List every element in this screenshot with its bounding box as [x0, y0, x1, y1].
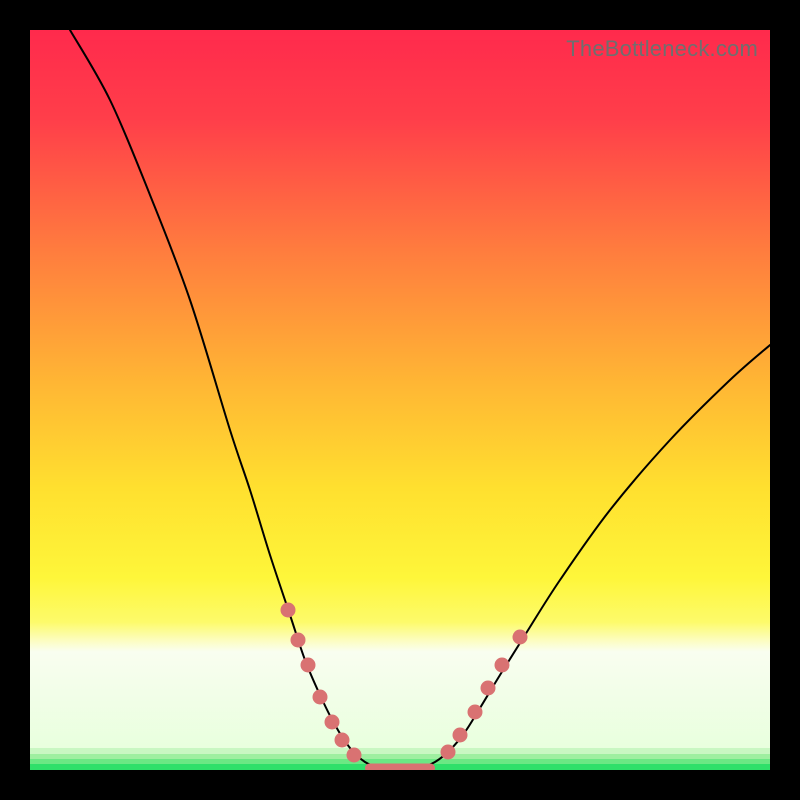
marker-dot-left	[335, 733, 350, 748]
curve-right	[420, 345, 770, 768]
marker-dot-right	[441, 745, 456, 760]
marker-dot-right	[495, 658, 510, 673]
marker-dot-right	[453, 728, 468, 743]
marker-dot-left	[301, 658, 316, 673]
marker-dot-right	[481, 681, 496, 696]
marker-dot-left	[281, 603, 296, 618]
marker-dot-right	[468, 705, 483, 720]
watermark-text: TheBottleneck.com	[566, 36, 758, 62]
marker-dot-right	[513, 630, 528, 645]
plot-area: TheBottleneck.com	[30, 30, 770, 770]
marker-dot-left	[325, 715, 340, 730]
marker-dot-left	[313, 690, 328, 705]
marker-dot-left	[291, 633, 306, 648]
chart-frame: TheBottleneck.com	[0, 0, 800, 800]
curve-left	[70, 30, 380, 768]
marker-dot-left	[347, 748, 362, 763]
curve-svg	[30, 30, 770, 770]
bottom-marker-bar	[365, 764, 435, 771]
